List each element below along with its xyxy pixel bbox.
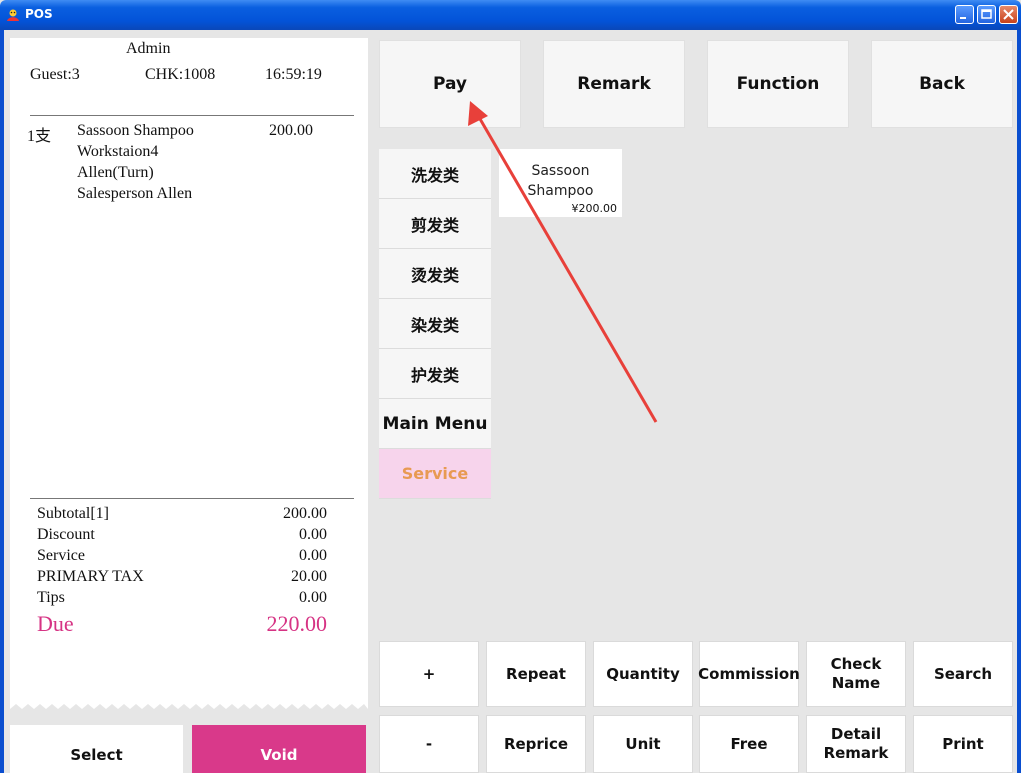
receipt-divider-bottom	[30, 498, 354, 499]
product-price: ¥200.00	[571, 202, 618, 215]
tax-value: 20.00	[291, 568, 327, 585]
app-icon	[7, 9, 19, 21]
close-icon	[1003, 9, 1014, 20]
search-button[interactable]: Search	[913, 641, 1013, 707]
tax-label: PRIMARY TAX	[37, 568, 144, 585]
repeat-button[interactable]: Repeat	[486, 641, 586, 707]
category-perm[interactable]: 烫发类	[379, 249, 491, 299]
tips-value: 0.00	[299, 589, 327, 606]
commission-button[interactable]: Commission	[698, 641, 800, 707]
quantity-button[interactable]: Quantity	[593, 641, 693, 707]
due-label: Due	[37, 611, 74, 636]
tips-label: Tips	[37, 589, 65, 606]
free-button[interactable]: Free	[699, 715, 799, 773]
maximize-icon	[981, 9, 992, 19]
title-bar: POS	[0, 0, 1021, 30]
category-main-menu[interactable]: Main Menu	[379, 399, 491, 449]
service-label: Service	[37, 547, 85, 564]
receipt-divider-top	[30, 115, 354, 116]
category-service[interactable]: Service	[379, 449, 491, 499]
discount-value: 0.00	[299, 526, 327, 543]
unit-button[interactable]: Unit	[593, 715, 693, 773]
product-name-line2: Shampoo	[527, 183, 594, 199]
item-price: 200.00	[269, 122, 313, 139]
service-value: 0.00	[299, 547, 327, 564]
subtotal-label: Subtotal[1]	[37, 505, 109, 522]
item-station: Workstaion4	[77, 143, 159, 160]
due-value: 220.00	[266, 611, 328, 636]
subtotal-value: 200.00	[283, 505, 327, 522]
discount-label: Discount	[37, 526, 95, 543]
product-name-line1: Sassoon	[531, 163, 590, 179]
window-title: POS	[25, 7, 53, 21]
minimize-icon	[960, 17, 966, 19]
category-care[interactable]: 护发类	[379, 349, 491, 399]
function-button[interactable]: Function	[707, 40, 849, 128]
category-wash[interactable]: 洗发类	[379, 149, 491, 199]
guest-count: Guest:3	[30, 66, 80, 83]
category-dye[interactable]: 染发类	[379, 299, 491, 349]
close-button[interactable]	[999, 5, 1018, 24]
category-cut[interactable]: 剪发类	[379, 199, 491, 249]
plus-button[interactable]: +	[379, 641, 479, 707]
item-quantity: 1支	[27, 128, 52, 145]
check-number: CHK:1008	[145, 66, 216, 83]
item-name: Sassoon Shampoo	[77, 122, 194, 139]
check-name-button[interactable]: Check Name	[806, 641, 906, 707]
window-frame-right	[1017, 30, 1021, 773]
back-button[interactable]: Back	[871, 40, 1013, 128]
maximize-button[interactable]	[977, 5, 996, 24]
detail-remark-button[interactable]: Detail Remark	[806, 715, 906, 773]
minimize-button[interactable]	[955, 5, 974, 24]
operator-name: Admin	[126, 40, 171, 57]
pay-button[interactable]: Pay	[379, 40, 521, 128]
print-button[interactable]: Print	[913, 715, 1013, 773]
reprice-button[interactable]: Reprice	[486, 715, 586, 773]
remark-button[interactable]: Remark	[543, 40, 685, 128]
item-salesperson: Salesperson Allen	[77, 185, 193, 202]
select-button[interactable]: Select	[10, 725, 183, 773]
void-button[interactable]: Void	[192, 725, 366, 773]
item-staff: Allen(Turn)	[77, 164, 154, 181]
minus-button[interactable]: -	[379, 715, 479, 773]
product-sassoon-shampoo[interactable]: Sassoon Shampoo ¥200.00	[499, 149, 622, 217]
product-name: Sassoon Shampoo	[499, 161, 622, 201]
window-frame-left	[0, 30, 4, 773]
receipt-time: 16:59:19	[265, 66, 322, 83]
receipt-tear-edge	[10, 704, 368, 718]
